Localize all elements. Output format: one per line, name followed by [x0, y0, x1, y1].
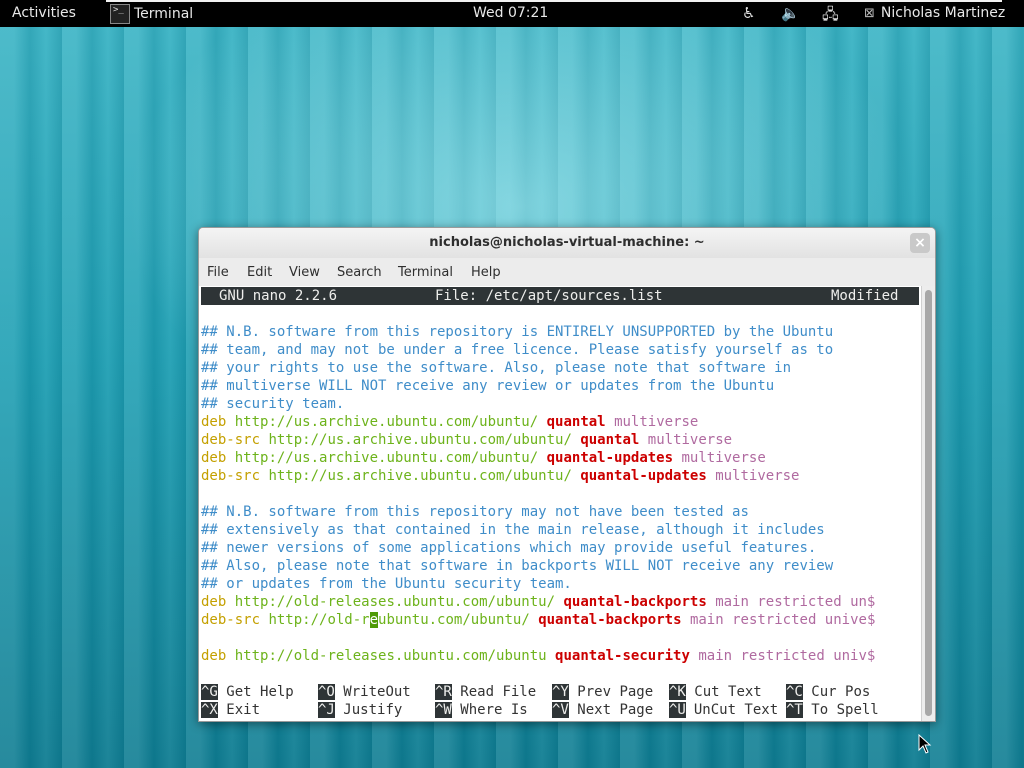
shortcut-to-spell[interactable]: ^T To Spell — [786, 701, 879, 719]
source-line: deb-src http://old-reubuntu.com/ubuntu/ … — [201, 612, 876, 628]
comment-line: ## N.B. software from this repository ma… — [201, 504, 749, 520]
menu-help[interactable]: Help — [471, 265, 501, 280]
comment-line: ## your rights to use the software. Also… — [201, 360, 792, 376]
comment-line: ## N.B. software from this repository is… — [201, 324, 834, 340]
accessibility-icon[interactable]: ♿ — [742, 4, 755, 22]
source-line: deb-src http://us.archive.ubuntu.com/ubu… — [201, 468, 800, 484]
shortcut-get-help[interactable]: ^G Get Help — [201, 683, 294, 701]
comment-line: ## or updates from the Ubuntu security t… — [201, 576, 572, 592]
menu-view[interactable]: View — [289, 265, 320, 280]
source-line: deb http://us.archive.ubuntu.com/ubuntu/… — [201, 414, 699, 430]
user-menu[interactable]: ⊠ Nicholas Martinez — [864, 5, 1005, 21]
nano-modified-status: Modified — [831, 288, 899, 304]
window-title: nicholas@nicholas-virtual-machine: ~ — [429, 235, 705, 250]
source-line: deb http://old-releases.ubuntu.com/ubunt… — [201, 594, 876, 610]
top-panel-highlight — [106, 0, 1002, 2]
shortcut-read-file[interactable]: ^R Read File — [435, 683, 536, 701]
shortcut-prev-page[interactable]: ^Y Prev Page — [552, 683, 653, 701]
window-titlebar[interactable]: nicholas@nicholas-virtual-machine: ~ — [199, 228, 935, 258]
terminal-scrollbar[interactable] — [921, 286, 935, 721]
menu-bar: File Edit View Search Terminal Help — [199, 258, 935, 286]
app-menu-label: Terminal — [134, 6, 194, 22]
comment-line: ## multiverse WILL NOT receive any revie… — [201, 378, 775, 394]
comment-line: ## extensively as that contained in the … — [201, 522, 825, 538]
nano-header: GNU nano 2.2.6 File: /etc/apt/sources.li… — [201, 287, 919, 305]
source-line: deb http://us.archive.ubuntu.com/ubuntu/… — [201, 450, 766, 466]
nano-filename: File: /etc/apt/sources.list — [435, 288, 663, 304]
text-cursor: e — [369, 612, 379, 628]
terminal-window: nicholas@nicholas-virtual-machine: ~ × F… — [198, 227, 936, 722]
terminal-app-icon: >_ — [110, 4, 130, 24]
source-line: deb-src http://us.archive.ubuntu.com/ubu… — [201, 432, 733, 448]
comment-line: ## team, and may not be under a free lic… — [201, 342, 834, 358]
nano-version: GNU nano 2.2.6 — [219, 288, 338, 304]
mouse-pointer-icon — [918, 734, 932, 754]
volume-icon[interactable]: 🔈 — [781, 4, 800, 22]
scrollbar-thumb[interactable] — [925, 290, 932, 716]
shortcut-writeout[interactable]: ^O WriteOut — [318, 683, 411, 701]
user-status-icon: ⊠ — [864, 5, 875, 21]
comment-line: ## newer versions of some applications w… — [201, 540, 817, 556]
comment-line: ## security team. — [201, 396, 345, 412]
menu-terminal[interactable]: Terminal — [398, 265, 453, 280]
menu-file[interactable]: File — [207, 265, 229, 280]
source-line: deb http://old-releases.ubuntu.com/ubunt… — [201, 648, 876, 664]
comment-line: ## Also, please note that software in ba… — [201, 558, 834, 574]
app-menu-terminal[interactable]: >_ Terminal — [110, 3, 193, 25]
shortcut-cur-pos[interactable]: ^C Cur Pos — [786, 683, 870, 701]
menu-edit[interactable]: Edit — [247, 265, 272, 280]
user-name: Nicholas Martinez — [880, 5, 1006, 21]
network-icon[interactable]: 🖧 — [822, 4, 839, 29]
activities-button[interactable]: Activities — [12, 5, 76, 21]
terminal-content[interactable]: GNU nano 2.2.6 File: /etc/apt/sources.li… — [199, 286, 921, 721]
shortcut-uncut-text[interactable]: ^U UnCut Text — [669, 701, 778, 719]
top-panel: Activities >_ Terminal Wed 07:21 ♿ 🔈 🖧 ⊠… — [0, 0, 1024, 27]
shortcut-justify[interactable]: ^J Justify — [318, 701, 402, 719]
shortcut-next-page[interactable]: ^V Next Page — [552, 701, 653, 719]
menu-search[interactable]: Search — [337, 265, 382, 280]
close-icon[interactable]: × — [910, 233, 930, 253]
clock[interactable]: Wed 07:21 — [473, 5, 548, 21]
shortcut-cut-text[interactable]: ^K Cut Text — [669, 683, 762, 701]
shortcut-exit[interactable]: ^X Exit — [201, 701, 260, 719]
shortcut-where-is[interactable]: ^W Where Is — [435, 701, 528, 719]
